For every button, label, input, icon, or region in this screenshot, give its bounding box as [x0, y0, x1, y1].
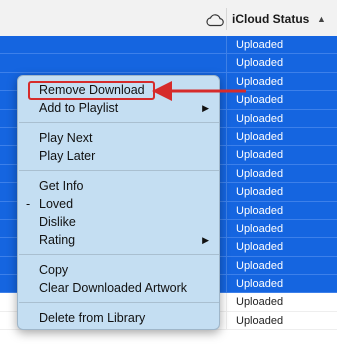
mixed-state-mark: -	[26, 197, 31, 211]
column-divider	[226, 238, 227, 256]
icloud-status-cell: Uploaded	[236, 149, 284, 162]
menu-item-clear-downloaded-artwork[interactable]: Clear Downloaded Artwork	[18, 280, 221, 297]
column-divider	[226, 219, 227, 238]
menu-item-play-later[interactable]: Play Later	[18, 148, 221, 165]
column-divider	[226, 293, 227, 311]
icloud-status-cell: Uploaded	[236, 278, 284, 291]
menu-separator	[19, 302, 219, 303]
column-divider	[226, 109, 227, 127]
cloud-icon	[206, 14, 224, 27]
column-divider	[226, 311, 227, 330]
icloud-status-cell: Uploaded	[236, 130, 284, 143]
icloud-status-cell: Uploaded	[236, 259, 284, 272]
icloud-status-cell: Uploaded	[236, 296, 284, 309]
column-divider	[226, 164, 227, 183]
menu-item-loved[interactable]: - Loved	[18, 196, 221, 213]
menu-item-play-next[interactable]: Play Next	[18, 130, 221, 147]
column-divider	[226, 201, 227, 219]
menu-item-dislike[interactable]: Dislike	[18, 214, 221, 231]
menu-item-label: Play Later	[39, 149, 96, 163]
icloud-status-column-header[interactable]: iCloud Status	[232, 12, 309, 26]
icloud-status-cell: Uploaded	[236, 222, 284, 235]
menu-item-label: Dislike	[39, 215, 76, 229]
menu-item-get-info[interactable]: Get Info	[18, 178, 221, 195]
column-divider	[226, 146, 227, 164]
menu-item-label: Add to Playlist	[39, 101, 119, 115]
column-divider	[226, 275, 227, 293]
icloud-status-cell: Uploaded	[236, 204, 284, 217]
menu-item-copy[interactable]: Copy	[18, 262, 221, 279]
menu-separator	[19, 170, 219, 171]
itunes-song-list: iCloud Status ▲ Uploaded Uploaded Uploaded…	[0, 0, 337, 348]
icloud-status-cell: Uploaded	[236, 167, 284, 180]
icloud-status-cell: Uploaded	[236, 241, 284, 254]
menu-item-label: Delete from Library	[39, 311, 146, 325]
icloud-status-cell: Uploaded	[236, 314, 284, 327]
submenu-arrow-icon: ▶	[202, 235, 209, 245]
column-divider	[226, 183, 227, 201]
column-divider	[226, 256, 227, 275]
menu-item-label: Remove Download	[39, 83, 145, 97]
menu-item-label: Rating	[39, 233, 76, 247]
menu-separator	[19, 122, 219, 123]
menu-item-delete-from-library[interactable]: Delete from Library	[18, 310, 221, 327]
annotation-arrow-icon	[152, 81, 246, 101]
icloud-status-cell: Uploaded	[236, 57, 284, 70]
column-divider	[226, 54, 227, 72]
icloud-status-cell: Uploaded	[236, 186, 284, 199]
menu-item-label: Copy	[39, 263, 69, 277]
menu-item-rating[interactable]: Rating ▶	[18, 232, 221, 249]
column-header-bar: iCloud Status ▲	[0, 0, 337, 37]
menu-item-label: Get Info	[39, 179, 84, 193]
column-divider	[226, 127, 227, 146]
icloud-status-cell: Uploaded	[236, 39, 284, 51]
chevron-up-icon[interactable]: ▲	[317, 14, 326, 24]
menu-separator	[19, 254, 219, 255]
menu-item-label: Clear Downloaded Artwork	[39, 281, 187, 295]
menu-item-label: Play Next	[39, 131, 93, 145]
column-divider	[226, 8, 227, 30]
icloud-status-cell: Uploaded	[236, 112, 284, 125]
column-divider	[226, 36, 227, 54]
menu-item-label: Loved	[39, 197, 74, 211]
table-row[interactable]: Uploaded	[0, 36, 337, 55]
table-row[interactable]: Uploaded	[0, 54, 337, 73]
context-menu: Remove Download Add to Playlist ▶ Play N…	[17, 75, 220, 330]
